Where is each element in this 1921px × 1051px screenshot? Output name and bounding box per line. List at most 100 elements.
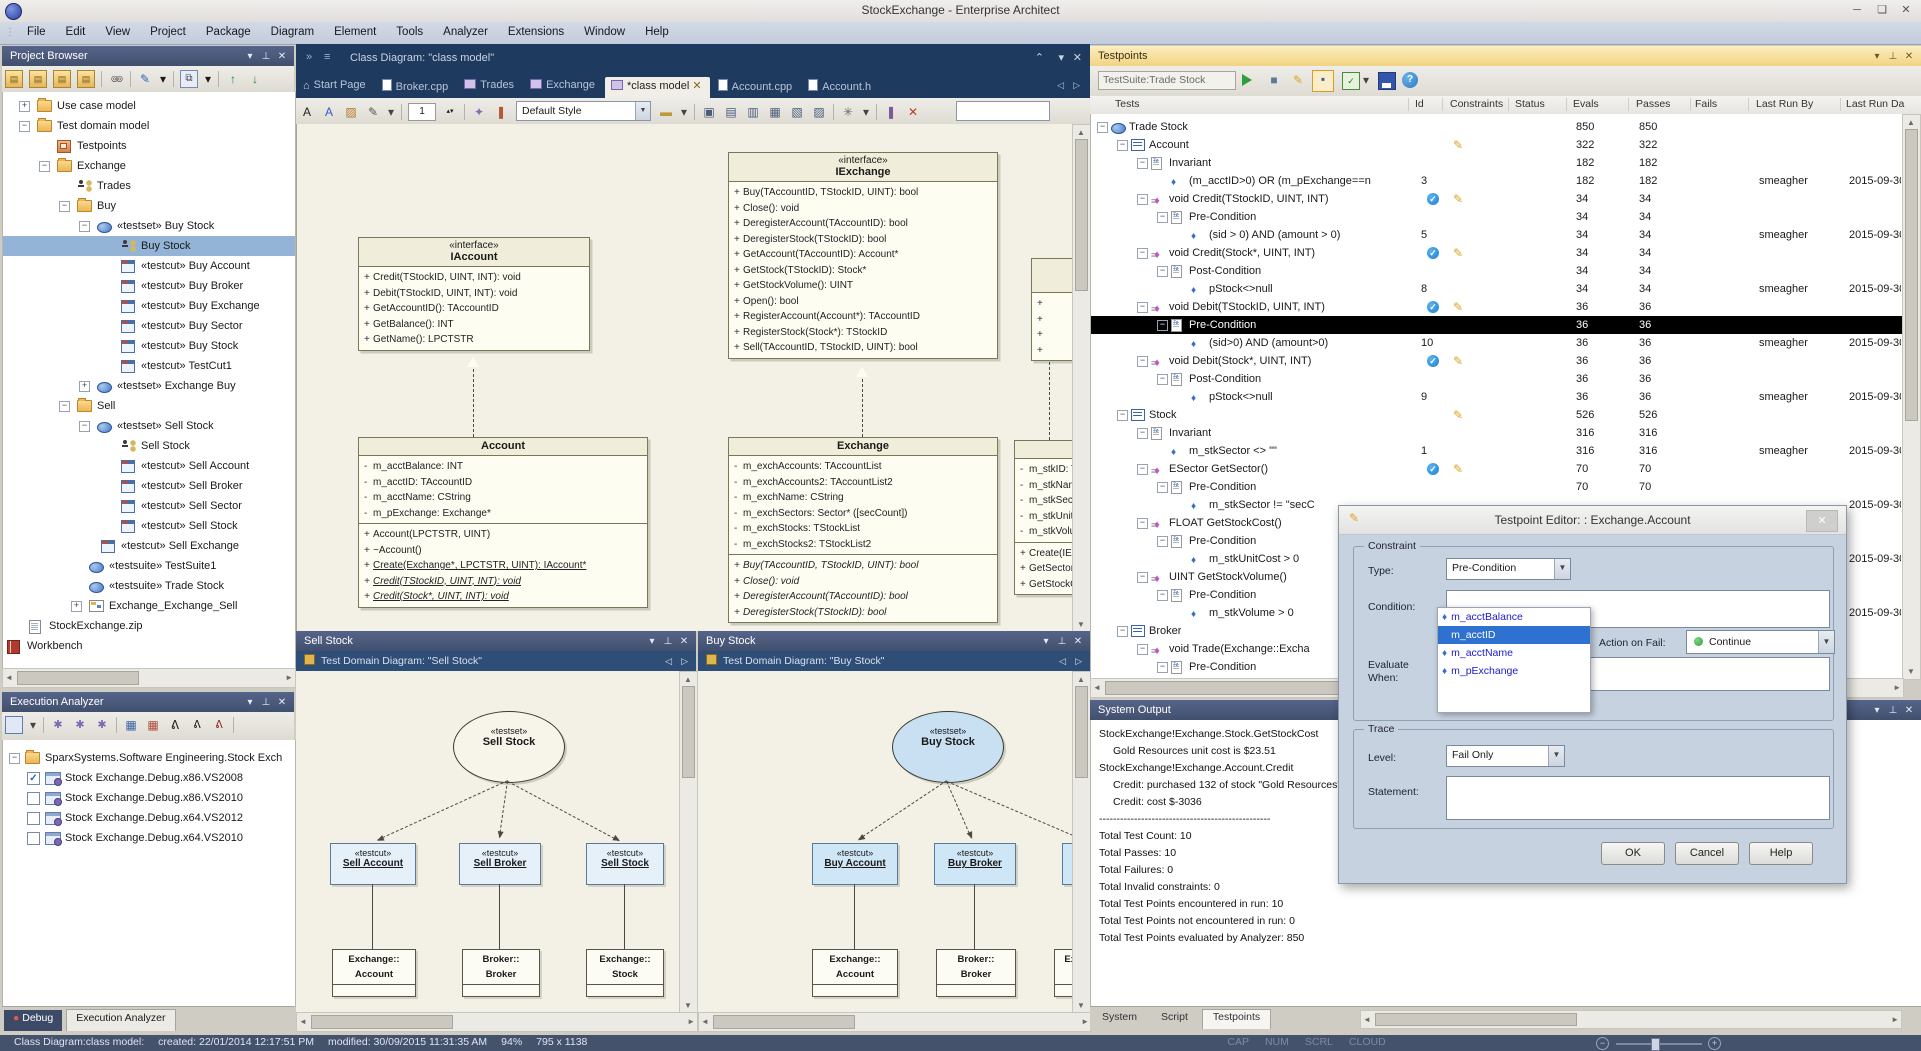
- find-icon[interactable]: ◎◎: [108, 71, 124, 87]
- zoom-in-icon[interactable]: +: [1708, 1037, 1721, 1050]
- menu-window[interactable]: Window: [574, 22, 635, 38]
- doc-tab-start-page[interactable]: ⌂Start Page: [297, 77, 374, 99]
- testpoint-row[interactable]: ♦pStock<>null83434smeagher2015-09-30: [1091, 280, 1903, 298]
- statement-input[interactable]: [1446, 776, 1830, 820]
- buy-hscrollbar[interactable]: ◄►: [698, 1012, 1092, 1032]
- dropdown-icon[interactable]: ▾: [387, 104, 395, 120]
- sell-stock-canvas[interactable]: «testset»Sell Stock«testcut»Sell Account…: [296, 671, 679, 1012]
- tree-item[interactable]: Workbench: [3, 636, 295, 656]
- menu-analyzer[interactable]: Analyzer: [433, 22, 498, 38]
- filter-toggle-button[interactable]: ▪: [1312, 70, 1334, 92]
- line-color-icon[interactable]: ✎: [365, 104, 381, 120]
- expander-icon[interactable]: −: [1117, 410, 1128, 421]
- testpoint-row[interactable]: −Pre-Condition3636: [1091, 316, 1903, 334]
- canvas-vscrollbar[interactable]: ▲▼: [1072, 124, 1091, 633]
- expander-icon[interactable]: −: [59, 201, 70, 212]
- align-right-icon[interactable]: ▥: [745, 104, 761, 120]
- pin-icon[interactable]: ⊥: [258, 47, 274, 67]
- tree-item[interactable]: −«testset» Buy Stock: [3, 216, 295, 236]
- testpoint-row[interactable]: −≡♦void Credit(Stock*, UINT, INT)✓✎3434: [1091, 244, 1903, 262]
- tree-item[interactable]: Trades: [3, 176, 295, 196]
- expander-icon[interactable]: −: [1157, 320, 1168, 331]
- style-combo[interactable]: Default Style▼: [516, 101, 651, 121]
- expander-icon[interactable]: −: [1157, 266, 1168, 277]
- buy-testcut-box[interactable]: «testcut»Buy Account: [812, 843, 898, 885]
- dropdown-icon[interactable]: ▾: [644, 632, 660, 652]
- buy-stock-canvas[interactable]: «testset»Buy Stock«testcut»Buy Account«t…: [698, 671, 1072, 1012]
- space-horz-icon[interactable]: ▧: [789, 104, 805, 120]
- menu-extensions[interactable]: Extensions: [498, 22, 574, 38]
- expander-icon[interactable]: −: [1157, 662, 1168, 673]
- expander-icon[interactable]: −: [59, 401, 70, 412]
- font-color-icon[interactable]: A: [321, 104, 337, 120]
- close-icon[interactable]: ✕: [676, 632, 692, 652]
- testpoint-row[interactable]: −Pre-Condition7070: [1091, 478, 1903, 496]
- tree-item[interactable]: «testsuite» TestSuite1: [3, 556, 295, 576]
- expander-icon[interactable]: −: [1137, 194, 1148, 205]
- expander-icon[interactable]: −: [1137, 572, 1148, 583]
- tree-item[interactable]: «testcut» Sell Stock: [3, 516, 295, 536]
- wand-icon[interactable]: ✦: [471, 104, 487, 120]
- menu-element[interactable]: Element: [324, 22, 386, 38]
- output-tab-system[interactable]: System: [1092, 1010, 1147, 1029]
- chevron-double-icon[interactable]: »: [306, 51, 312, 63]
- tree-item[interactable]: «testcut» Sell Account: [3, 456, 295, 476]
- cancel-button[interactable]: Cancel: [1675, 842, 1739, 865]
- analyzer-config-item[interactable]: Stock Exchange.Debug.x64.VS2012: [3, 808, 295, 828]
- level-combo[interactable]: Fail Only▼: [1446, 745, 1565, 767]
- testpoint-row[interactable]: −≡♦void Credit(TStockID, UINT, INT)✓✎343…: [1091, 190, 1903, 208]
- buy-object-box[interactable]: Exchange::: [1054, 949, 1072, 997]
- stop-icon[interactable]: ■: [1266, 72, 1282, 88]
- delete-icon[interactable]: ✕: [905, 104, 921, 120]
- action-on-fail-combo[interactable]: Continue▼: [1686, 630, 1835, 654]
- testpoint-row[interactable]: −Invariant316316: [1091, 424, 1903, 442]
- tree-item[interactable]: «testcut» Sell Broker: [3, 476, 295, 496]
- dropdown-icon[interactable]: ▾: [242, 693, 258, 713]
- zoom-out-icon[interactable]: −: [1596, 1037, 1609, 1050]
- run-icon[interactable]: ᕕ: [167, 717, 183, 733]
- tree-item[interactable]: −Exchange: [3, 156, 295, 176]
- brush-icon[interactable]: ❚: [493, 104, 509, 120]
- buy-testset-ellipse[interactable]: «testset»Buy Stock: [892, 711, 1004, 783]
- config-checkbox[interactable]: [27, 812, 40, 825]
- testpoint-row[interactable]: ♦(m_acctID>0) OR (m_pExchange==n3182182s…: [1091, 172, 1903, 190]
- fill-color-icon[interactable]: ▨: [343, 104, 359, 120]
- brush2-icon[interactable]: ❚: [883, 104, 899, 120]
- align-left-icon[interactable]: ▣: [701, 104, 717, 120]
- testpoint-row[interactable]: −Post-Condition3636: [1091, 370, 1903, 388]
- dropdown-icon[interactable]: ▾: [1058, 51, 1064, 64]
- output-tab-testpoints[interactable]: Testpoints: [1202, 1009, 1271, 1029]
- close-icon[interactable]: ✕: [1901, 701, 1917, 721]
- expander-icon[interactable]: −: [1157, 374, 1168, 385]
- testpoint-row[interactable]: −Stock✎526526: [1091, 406, 1903, 424]
- column-header-last-run-by[interactable]: Last Run By: [1756, 98, 1813, 110]
- expander-icon[interactable]: −: [1117, 626, 1128, 637]
- testpoint-row[interactable]: −Trade Stock850850: [1091, 118, 1903, 136]
- dropdown-icon[interactable]: ▾: [1362, 72, 1370, 88]
- doc-tab-trades[interactable]: Trades: [458, 77, 522, 99]
- tree-item[interactable]: +Exchange_Exchange_Sell: [3, 596, 295, 616]
- execution-analyzer-titlebar[interactable]: Execution Analyzer ▾⊥✕: [2, 692, 294, 712]
- expander-icon[interactable]: −: [1137, 158, 1148, 169]
- tree-item[interactable]: StockExchange.zip: [3, 616, 295, 636]
- line-width-spinner[interactable]: 1: [408, 103, 436, 121]
- column-header-id[interactable]: Id: [1415, 98, 1424, 110]
- column-header-tests[interactable]: Tests: [1115, 98, 1140, 110]
- tree-item[interactable]: Testpoints: [3, 136, 295, 156]
- save-icon[interactable]: [1378, 72, 1396, 90]
- column-header-fails[interactable]: Fails: [1695, 98, 1717, 110]
- expander-icon[interactable]: −: [79, 421, 90, 432]
- close-icon[interactable]: ✕: [1901, 47, 1917, 67]
- edit-testpoint-icon[interactable]: ✎: [1290, 72, 1306, 88]
- new-package-icon[interactable]: ▤: [53, 70, 71, 88]
- nav-left-icon[interactable]: ◁: [1059, 651, 1066, 671]
- tree-item[interactable]: «testsuite» Trade Stock: [3, 576, 295, 596]
- column-header-constraints[interactable]: Constraints: [1450, 98, 1503, 110]
- space-vert-icon[interactable]: ▨: [811, 104, 827, 120]
- testpoint-row[interactable]: −≡♦void Debit(TStockID, UINT, INT)✓✎3636: [1091, 298, 1903, 316]
- new-package-icon[interactable]: ▤: [29, 70, 47, 88]
- uml-class-IAccount[interactable]: «interface»IAccount+Credit(TStockID, UIN…: [358, 237, 590, 351]
- doc-tab-account-h[interactable]: Account.h: [802, 77, 879, 99]
- paint-roller-icon[interactable]: ▬: [658, 104, 674, 120]
- tree-item[interactable]: +«testset» Exchange Buy: [3, 376, 295, 396]
